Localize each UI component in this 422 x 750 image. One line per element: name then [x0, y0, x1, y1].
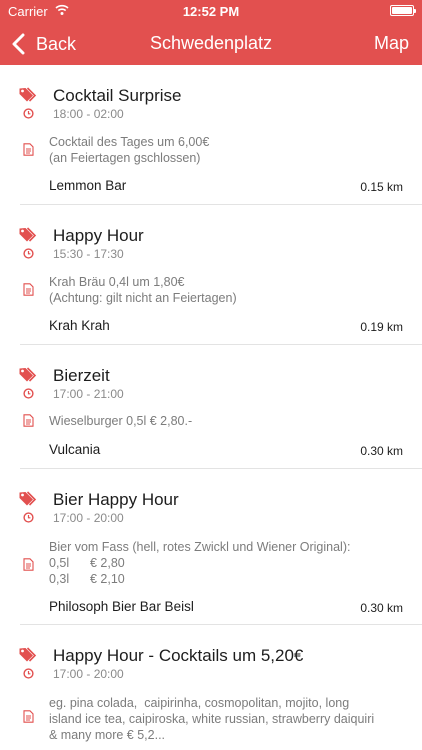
status-bar: Carrier 12:52 PM — [0, 0, 422, 22]
venue-name: Lemmon Bar — [49, 178, 127, 193]
document-icon — [23, 143, 34, 156]
list-item[interactable]: Happy Hour 15:30 - 17:30 Krah Bräu 0,4l … — [0, 205, 422, 345]
clock-icon — [23, 668, 34, 679]
deal-name: Happy Hour — [53, 226, 144, 245]
deal-description: Cocktail des Tages um 6,00€ (an Feiertag… — [49, 135, 210, 165]
clock-icon — [23, 108, 34, 119]
map-button[interactable]: Map — [374, 33, 409, 54]
document-icon — [23, 414, 34, 427]
status-time: 12:52 PM — [182, 4, 240, 19]
tag-icon — [19, 87, 38, 104]
venue-name: Philosoph Bier Bar Beisl — [49, 599, 194, 614]
tag-icon — [19, 367, 38, 384]
list-item[interactable]: Bierzeit 17:00 - 21:00 Wieselburger 0,5l… — [0, 345, 422, 469]
deal-name: Cocktail Surprise — [53, 86, 182, 105]
clock-icon — [23, 248, 34, 259]
deal-time: 17:00 - 20:00 — [53, 667, 124, 681]
deal-name: Bier Happy Hour — [53, 490, 179, 509]
page-title: Schwedenplatz — [149, 33, 273, 53]
deal-time: 17:00 - 20:00 — [53, 511, 124, 525]
document-icon — [23, 710, 34, 723]
document-icon — [23, 558, 34, 571]
venue-name: Krah Krah — [49, 318, 110, 333]
distance-label: 0.30 km — [360, 444, 403, 458]
tag-icon — [19, 647, 38, 664]
battery-icon — [390, 5, 416, 16]
deal-description: Wieselburger 0,5l € 2,80.- — [49, 414, 193, 428]
deal-name: Bierzeit — [53, 366, 110, 385]
deal-description: Krah Bräu 0,4l um 1,80€ (Achtung: gilt n… — [49, 275, 237, 305]
tag-icon — [19, 227, 38, 244]
deal-name: Happy Hour - Cocktails um 5,20€ — [53, 646, 304, 665]
document-icon — [23, 283, 34, 296]
list-item[interactable]: Bier Happy Hour 17:00 - 20:00 Bier vom F… — [0, 469, 422, 625]
deal-time: 17:00 - 21:00 — [53, 387, 124, 401]
venue-name: Vulcania — [49, 442, 101, 457]
clock-icon — [23, 512, 34, 523]
clock-icon — [23, 388, 34, 399]
distance-label: 0.30 km — [360, 601, 403, 615]
distance-label: 0.15 km — [360, 180, 403, 194]
distance-label: 0.19 km — [360, 320, 403, 334]
navigation-bar: Carrier 12:52 PM Back Schwedenplatz Map — [0, 0, 422, 65]
deal-description: eg. pina colada, caipirinha, cosmopolita… — [49, 696, 375, 742]
tag-icon — [19, 491, 38, 508]
list-item[interactable]: Cocktail Surprise 18:00 - 02:00 Cocktail… — [0, 65, 422, 205]
deal-time: 15:30 - 17:30 — [53, 247, 124, 261]
deal-time: 18:00 - 02:00 — [53, 107, 124, 121]
list-item[interactable]: Happy Hour - Cocktails um 5,20€ 17:00 - … — [0, 625, 422, 750]
deal-description: Bier vom Fass (hell, rotes Zwickl und Wi… — [49, 540, 351, 586]
